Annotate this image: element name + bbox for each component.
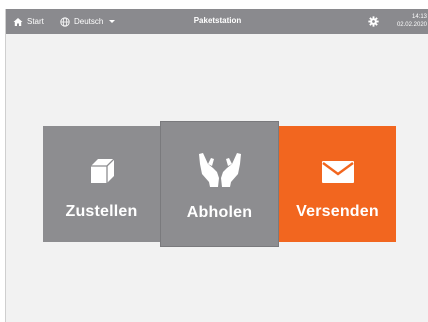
envelope-icon: [321, 160, 355, 184]
box-icon: [87, 156, 117, 186]
send-tile[interactable]: Versenden: [279, 126, 396, 242]
page-title: Paketstation: [193, 16, 242, 25]
pickup-label: Abholen: [186, 204, 253, 221]
gear-icon: [368, 16, 379, 27]
send-label: Versenden: [296, 203, 379, 220]
hands-icon: [197, 152, 243, 188]
clock-date: 02.02.2020: [396, 22, 427, 28]
pickup-tile[interactable]: Abholen: [161, 122, 278, 246]
deliver-label: Zustellen: [65, 203, 138, 220]
settings-button[interactable]: [368, 16, 379, 27]
app-frame: Start Deutsch Paketstation 14:13 02.02.2…: [5, 9, 428, 322]
clock: 14:13 02.02.2020: [387, 13, 427, 29]
clock-time: 14:13: [411, 14, 427, 20]
top-bar: Start Deutsch Paketstation 14:13 02.02.2…: [6, 9, 428, 34]
deliver-tile[interactable]: Zustellen: [43, 126, 160, 242]
